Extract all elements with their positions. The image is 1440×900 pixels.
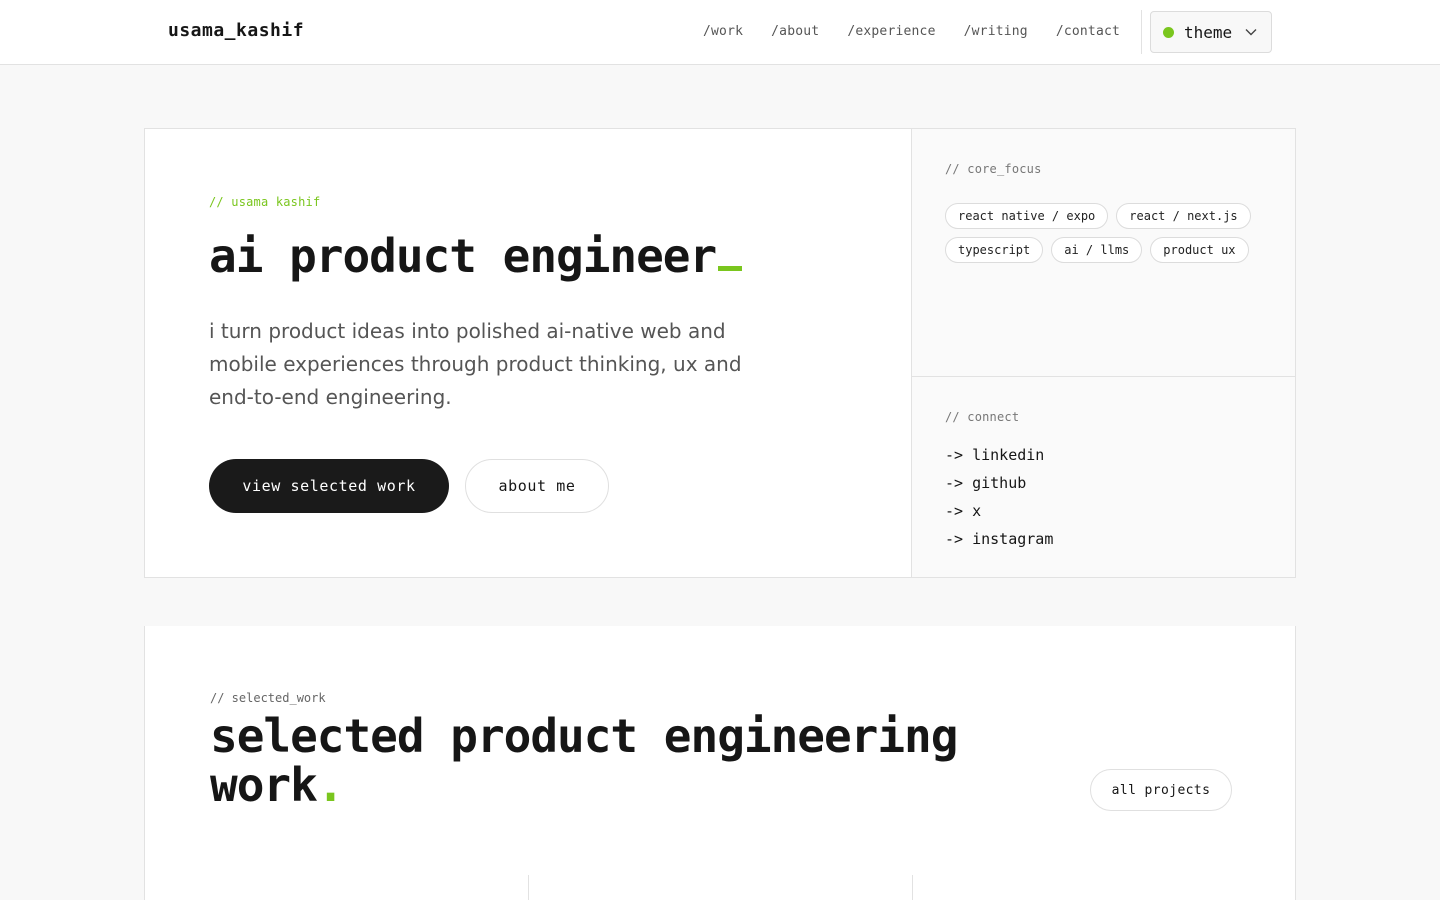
instagram-link[interactable]: -> instagram [945, 525, 1053, 553]
core-focus-card: // core_focus react native / expo react … [911, 128, 1296, 377]
chevron-down-icon [1245, 29, 1257, 36]
focus-tag: react / next.js [1116, 203, 1251, 229]
theme-label: theme [1184, 22, 1233, 42]
linkedin-link[interactable]: -> linkedin [945, 441, 1053, 469]
project-grid-row [144, 875, 1296, 900]
hero-title-text: ai product engineer [209, 229, 717, 283]
view-selected-work-button[interactable]: view selected work [209, 459, 449, 513]
nav-link-about[interactable]: /about [771, 24, 819, 39]
site-logo[interactable]: usama_kashif [168, 20, 304, 41]
nav-link-contact[interactable]: /contact [1056, 24, 1120, 39]
theme-toggle-button[interactable]: theme [1150, 11, 1272, 53]
focus-tag: react native / expo [945, 203, 1109, 229]
main-nav: /work /about /experience /writing /conta… [703, 24, 1148, 39]
about-me-button[interactable]: about me [465, 459, 609, 513]
theme-status-dot-icon [1163, 26, 1174, 38]
all-projects-button[interactable]: all projects [1090, 769, 1232, 811]
nav-divider [1141, 10, 1142, 54]
social-link-list: -> linkedin -> github -> x -> instagram [945, 441, 1053, 553]
selected-work-title: selected product engineering work. [210, 712, 1030, 810]
title-accent-dot: . [316, 758, 345, 812]
nav-link-experience[interactable]: /experience [847, 24, 935, 39]
grid-divider [912, 875, 913, 900]
nav-link-work[interactable]: /work [703, 24, 743, 39]
site-header: usama_kashif /work /about /experience /w… [0, 0, 1440, 65]
connect-kicker: // connect [945, 410, 1020, 424]
focus-tag: ai / llms [1051, 237, 1143, 263]
x-link[interactable]: -> x [945, 497, 1053, 525]
grid-divider [528, 875, 529, 900]
cursor-icon [718, 266, 743, 271]
hero-title: ai product engineer [209, 229, 743, 283]
focus-tag-list: react native / expo react / next.js type… [945, 203, 1275, 263]
github-link[interactable]: -> github [945, 469, 1053, 497]
focus-tag: product ux [1150, 237, 1249, 263]
selected-work-section: // selected_work selected product engine… [144, 626, 1296, 876]
connect-card: // connect -> linkedin -> github -> x ->… [911, 376, 1296, 578]
hero-kicker: // usama kashif [209, 195, 321, 209]
nav-link-writing[interactable]: /writing [964, 24, 1028, 39]
focus-tag: typescript [945, 237, 1044, 263]
hero-card: // usama kashif ai product engineer i tu… [144, 128, 912, 578]
core-focus-kicker: // core_focus [945, 162, 1042, 176]
hero-description: i turn product ideas into polished ai-na… [209, 319, 742, 409]
selected-work-kicker: // selected_work [210, 691, 326, 705]
